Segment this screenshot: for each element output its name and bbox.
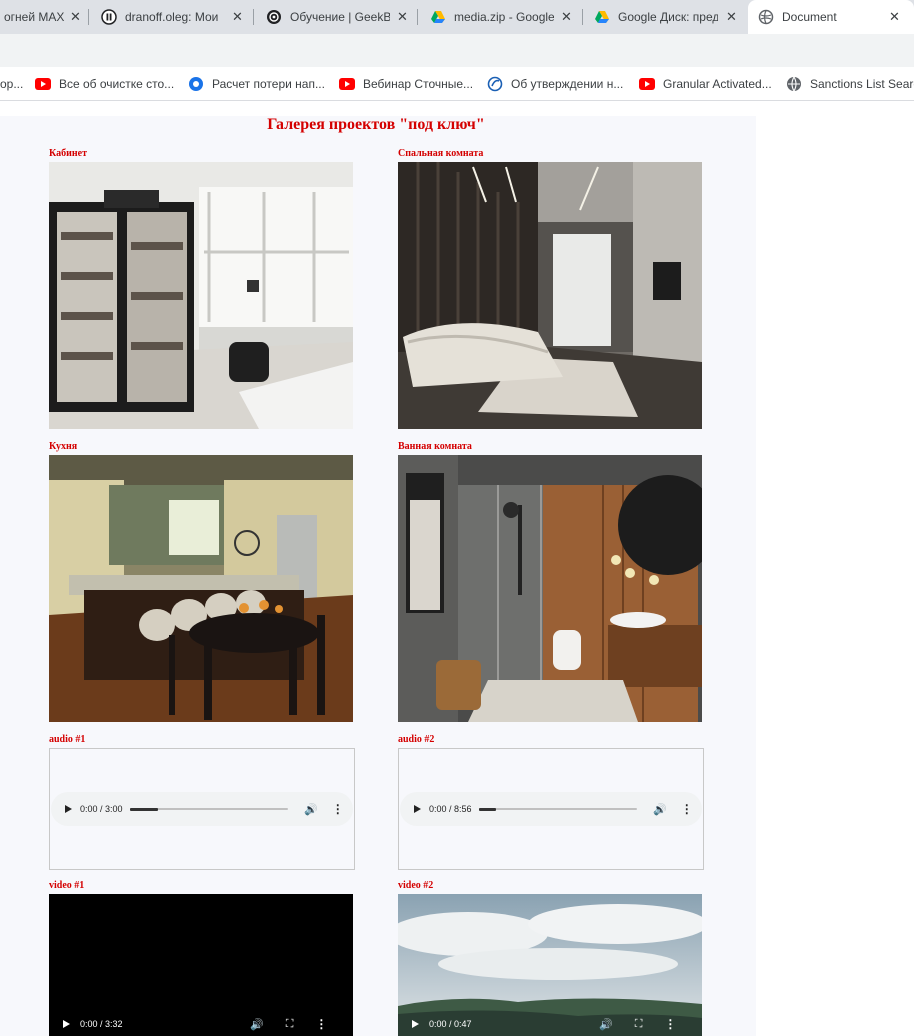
play-icon[interactable] (412, 1020, 419, 1028)
audio-controls: 0:00 / 8:56 🔊 ⋮ (400, 792, 702, 826)
audio-player-2: 0:00 / 8:56 🔊 ⋮ (398, 748, 704, 870)
tab-google-drive[interactable]: Google Диск: пред ✕ (583, 0, 748, 34)
play-icon[interactable] (63, 1020, 70, 1028)
volume-icon[interactable]: 🔊 (653, 803, 667, 816)
close-icon[interactable]: ✕ (232, 9, 243, 25)
audio-caption: audio #1 (49, 734, 86, 745)
page-title: Галерея проектов "под ключ" (267, 116, 485, 133)
bookmarks-bar: ор... Все об очистке сто... Расчет потер… (0, 67, 914, 101)
fullscreen-icon[interactable]: ⛶ (286, 1018, 294, 1031)
audio-buffered-fill (130, 807, 159, 811)
video-time: 0:00 / 0:47 (429, 1019, 472, 1029)
more-options-icon[interactable]: ⋮ (332, 802, 344, 816)
close-icon[interactable]: ✕ (726, 9, 737, 25)
tab-document[interactable]: Document ✕ (748, 0, 914, 34)
openai-icon (267, 10, 281, 24)
audio-time: 0:00 / 3:00 (80, 804, 123, 814)
more-options-icon[interactable]: ⋮ (681, 802, 693, 816)
bookmark-label: Granular Activated... (663, 77, 772, 91)
tab-mayak[interactable]: огней МАХ ✕ (0, 0, 89, 34)
tab-media-zip[interactable]: media.zip - Google ✕ (418, 0, 583, 34)
photo-caption: Спальная комната (398, 148, 484, 159)
volume-icon[interactable]: 🔊 (250, 1018, 264, 1031)
audio-player-1: 0:00 / 3:00 🔊 ⋮ (49, 748, 355, 870)
more-options-icon[interactable]: ⋮ (315, 1017, 327, 1031)
tab-label: dranoff.oleg: Мои (125, 10, 219, 24)
photo-caption: Кухня (49, 441, 78, 452)
play-icon[interactable] (65, 805, 72, 813)
tab-label: Document (782, 10, 837, 24)
audio-buffered-fill (479, 807, 497, 811)
bookmark-label: Расчет потери нап... (212, 77, 325, 91)
photo-caption: Ванная комната (398, 441, 472, 452)
globe-icon (758, 9, 774, 25)
youtube-icon (339, 76, 355, 92)
audio-progress-track[interactable] (130, 807, 288, 811)
consultant-icon (487, 76, 503, 92)
youtube-icon (639, 76, 655, 92)
study-photo (49, 162, 353, 429)
kitchen-photo (49, 455, 353, 722)
page-viewport: Галерея проектов "под ключ" Кабинет Спал… (0, 102, 914, 1036)
bathroom-photo (398, 455, 702, 722)
gallery-container: Галерея проектов "под ключ" Кабинет Спал… (0, 116, 756, 1036)
audio-time: 0:00 / 8:56 (429, 804, 472, 814)
tab-label: Google Диск: пред (618, 10, 718, 24)
tab-dranoff[interactable]: dranoff.oleg: Мои ✕ (89, 0, 254, 34)
bookmark-item[interactable]: Sanctions List Search (786, 76, 914, 92)
photo-caption: Кабинет (49, 148, 87, 159)
more-options-icon[interactable]: ⋮ (664, 1017, 676, 1031)
video-player-2[interactable]: 0:00 / 0:47 🔊 ⛶ ⋮ (398, 894, 702, 1036)
tab-label: огней МАХ (4, 10, 65, 24)
tab-label: Обучение | GeekBrains (290, 10, 390, 24)
bookmark-label: ор... (0, 77, 24, 91)
bookmark-item[interactable]: Расчет потери нап... (188, 76, 325, 92)
close-icon[interactable]: ✕ (561, 9, 572, 25)
video-caption: video #2 (398, 880, 434, 891)
bedroom-photo (398, 162, 702, 429)
close-icon[interactable]: ✕ (889, 9, 900, 25)
tab-strip: огней МАХ ✕ dranoff.oleg: Мои ✕ Обучение… (0, 0, 914, 34)
close-icon[interactable]: ✕ (397, 9, 408, 25)
browser-toolbar (0, 34, 914, 67)
video-player-1[interactable]: 0:00 / 3:32 🔊 ⛶ ⋮ (49, 894, 353, 1036)
volume-icon[interactable]: 🔊 (304, 803, 318, 816)
play-icon[interactable] (414, 805, 421, 813)
google-drive-icon (595, 11, 609, 23)
google-drive-icon (431, 11, 445, 23)
volume-icon[interactable]: 🔊 (599, 1018, 613, 1031)
audio-progress-track[interactable] (479, 807, 637, 811)
fullscreen-icon[interactable]: ⛶ (635, 1018, 643, 1031)
bookmark-label: Об утверждении н... (511, 77, 624, 91)
video-time: 0:00 / 3:32 (80, 1019, 123, 1029)
bookmark-item[interactable]: Вебинар Сточные... (339, 76, 473, 92)
tab-geekbrains[interactable]: Обучение | GeekBrains ✕ (254, 0, 418, 34)
bookmark-label: Все об очистке сто... (59, 77, 175, 91)
pause-circle-icon (101, 9, 117, 25)
close-icon[interactable]: ✕ (70, 9, 81, 25)
globe-gray-icon (787, 76, 801, 92)
bookmark-item[interactable]: Granular Activated... (639, 76, 772, 92)
bookmark-item[interactable]: ор... (0, 76, 23, 92)
video-controls: 0:00 / 3:32 🔊 ⛶ ⋮ (49, 1012, 353, 1036)
tab-label: media.zip - Google (454, 10, 554, 24)
bookmark-label: Sanctions List Search (810, 77, 914, 91)
video-controls: 0:00 / 0:47 🔊 ⛶ ⋮ (398, 1012, 702, 1036)
audio-caption: audio #2 (398, 734, 435, 745)
bookmark-item[interactable]: Все об очистке сто... (35, 76, 174, 92)
youtube-icon (35, 76, 51, 92)
globe-blue-icon (189, 77, 203, 91)
bookmark-item[interactable]: Об утверждении н... (487, 76, 623, 92)
audio-controls: 0:00 / 3:00 🔊 ⋮ (51, 792, 353, 826)
video-caption: video #1 (49, 880, 85, 891)
bookmark-label: Вебинар Сточные... (363, 77, 474, 91)
